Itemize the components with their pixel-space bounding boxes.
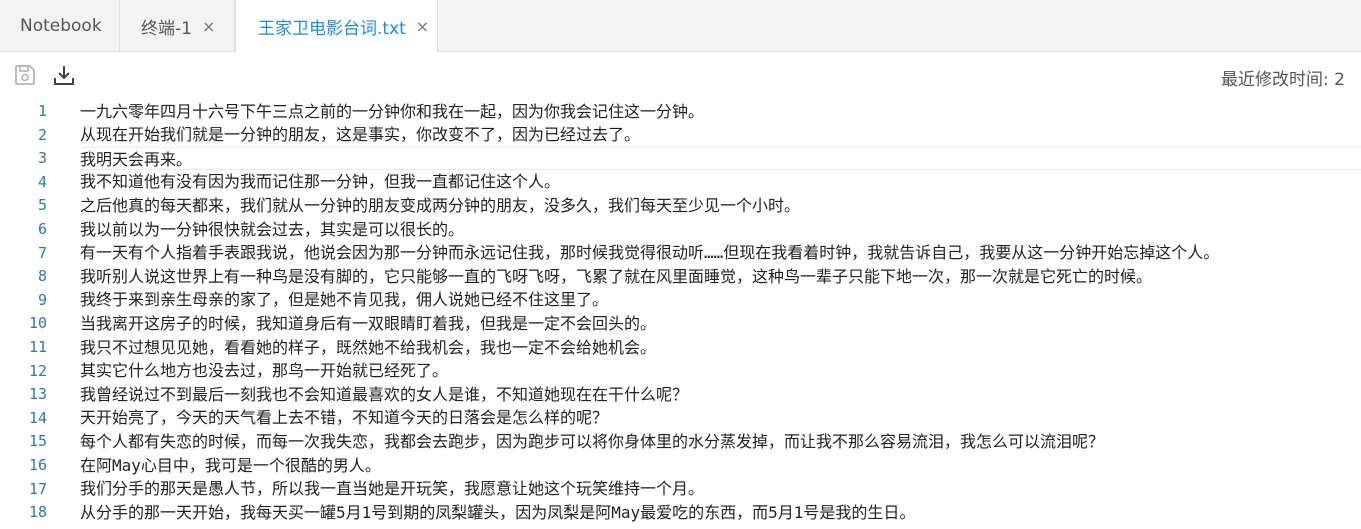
line-number: 6: [37, 220, 47, 238]
line-number: 1: [37, 102, 47, 120]
editor-line[interactable]: 17 我们分手的那天是愚人节，所以我一直当她是开玩笑，我愿意让她这个玩笑维持一个月…: [0, 477, 1361, 501]
tab-label: Notebook: [20, 16, 102, 36]
line-number: 5: [37, 196, 47, 215]
line-number: 11: [28, 338, 47, 356]
line-number: 15: [28, 432, 47, 451]
line-text[interactable]: 每个人都有失恋的时候，而每一次我失恋，我都会去跑步，因为跑步可以将你身体里的水分…: [80, 430, 1361, 453]
download-icon[interactable]: [51, 62, 77, 88]
editor-line[interactable]: 11 我只不过想见见她，看看她的样子，既然她不给我机会，我也一定不会给她机会。: [0, 335, 1361, 359]
close-icon[interactable]: ×: [202, 17, 215, 36]
line-number: 14: [28, 408, 47, 427]
editor-line[interactable]: 15 每个人都有失恋的时候，而每一次我失恋，我都会去跑步，因为跑步可以将你身体里的…: [0, 429, 1361, 453]
line-number: 7: [37, 243, 47, 262]
editor-line[interactable]: 5 之后他真的每天都来，我们就从一分钟的朋友变成两分钟的朋友，没多久，我们每天至少…: [0, 193, 1361, 217]
editor-line[interactable]: 6 我以前以为一分钟很快就会过去，其实是可以很长的。: [0, 217, 1361, 241]
line-number: 17: [28, 479, 47, 498]
editor-line[interactable]: 14 天开始亮了，今天的天气看上去不错，不知道今天的日落会是怎么样的呢？: [0, 406, 1361, 430]
line-text[interactable]: 有一天有个人指着手表跟我说，他说会因为那一分钟而永远记住我，那时候我觉得很动听……: [80, 241, 1361, 264]
line-number: 10: [28, 314, 47, 333]
line-text[interactable]: 天开始亮了，今天的天气看上去不错，不知道今天的日落会是怎么样的呢？: [80, 406, 1361, 429]
editor-line[interactable]: 16 在阿May心目中，我可是一个很酷的男人。: [0, 453, 1361, 477]
tab-label: 王家卫电影台词.txt: [258, 19, 406, 39]
line-number: 18: [28, 503, 47, 522]
line-text[interactable]: 从分手的那一天开始，我每天买一罐5月1号到期的凤梨罐头，因为凤梨是阿May最爱吃…: [80, 501, 1361, 524]
line-text[interactable]: 我们分手的那天是愚人节，所以我一直当她是开玩笑，我愿意让她这个玩笑维持一个月。: [80, 477, 1361, 500]
editor-line[interactable]: 2 从现在开始我们就是一分钟的朋友，这是事实，你改变不了，因为已经过去了。: [0, 123, 1361, 147]
tab-bar: Notebook 终端-1 × 王家卫电影台词.txt ×: [0, 0, 1361, 53]
line-number: 3: [37, 149, 47, 168]
editor-line[interactable]: 9 我终于来到亲生母亲的家了，但是她不肯见我，佣人说她已经不住这里了。: [0, 288, 1361, 312]
editor-line[interactable]: 7 有一天有个人指着手表跟我说，他说会因为那一分钟而永远记住我，那时候我觉得很动听…: [0, 241, 1361, 265]
line-text[interactable]: 其实它什么地方也没去过，那鸟一开始就已经死了。: [80, 359, 1361, 382]
toolbar: 最近修改时间: 2: [0, 53, 1361, 97]
line-text[interactable]: 我听别人说这世界上有一种鸟是没有脚的，它只能够一直的飞呀飞呀，飞累了就在风里面睡…: [80, 265, 1361, 288]
tab-label: 终端-1: [141, 18, 192, 39]
line-text[interactable]: 我以前以为一分钟很快就会过去，其实是可以很长的。: [80, 218, 1361, 241]
editor-line[interactable]: 12 其实它什么地方也没去过，那鸟一开始就已经死了。: [0, 359, 1361, 383]
editor-line[interactable]: 18 从分手的那一天开始，我每天买一罐5月1号到期的凤梨罐头，因为凤梨是阿May最…: [0, 500, 1361, 524]
editor-line[interactable]: 4 我不知道他有没有因为我而记住那一分钟，但我一直都记住这个人。: [0, 170, 1361, 194]
line-number: 13: [28, 385, 47, 404]
editor-line[interactable]: 8 我听别人说这世界上有一种鸟是没有脚的，它只能够一直的飞呀飞呀，飞累了就在风里面…: [0, 264, 1361, 288]
line-text[interactable]: 一九六零年四月十六号下午三点之前的一分钟你和我在一起，因为你我会记住这一分钟。: [80, 100, 1361, 123]
tab-terminal[interactable]: 终端-1 ×: [120, 0, 235, 52]
editor-line[interactable]: 1 一九六零年四月十六号下午三点之前的一分钟你和我在一起，因为你我会记住这一分钟。: [0, 99, 1361, 123]
line-text[interactable]: 我不知道他有没有因为我而记住那一分钟，但我一直都记住这个人。: [80, 170, 1361, 193]
editor-line[interactable]: 3 我明天会再来。: [0, 146, 1361, 170]
line-text[interactable]: 当我离开这房子的时候，我知道身后有一双眼睛盯着我，但我是一定不会回头的。: [80, 312, 1361, 335]
line-number: 8: [37, 267, 47, 286]
save-icon[interactable]: [12, 62, 38, 88]
tab-file[interactable]: 王家卫电影台词.txt ×: [235, 0, 438, 53]
editor-line[interactable]: 10 当我离开这房子的时候，我知道身后有一双眼睛盯着我，但我是一定不会回头的。: [0, 311, 1361, 335]
line-text[interactable]: 我终于来到亲生母亲的家了，但是她不肯见我，佣人说她已经不住这里了。: [80, 288, 1361, 311]
line-text[interactable]: 从现在开始我们就是一分钟的朋友，这是事实，你改变不了，因为已经过去了。: [80, 123, 1361, 146]
line-number: 4: [37, 172, 47, 191]
tab-notebook[interactable]: Notebook: [0, 0, 120, 52]
editor-line[interactable]: 13 我曾经说过不到最后一刻我也不会知道最喜欢的女人是谁，不知道她现在在干什么呢？: [0, 382, 1361, 406]
line-text[interactable]: 之后他真的每天都来，我们就从一分钟的朋友变成两分钟的朋友，没多久，我们每天至少见…: [80, 194, 1361, 217]
line-text[interactable]: 我曾经说过不到最后一刻我也不会知道最喜欢的女人是谁，不知道她现在在干什么呢？: [80, 383, 1361, 406]
line-text[interactable]: 我明天会再来。: [80, 146, 1361, 170]
line-number: 16: [28, 456, 47, 474]
line-text[interactable]: 在阿May心目中，我可是一个很酷的男人。: [80, 454, 1361, 477]
line-number: 12: [28, 361, 47, 380]
line-text[interactable]: 我只不过想见见她，看看她的样子，既然她不给我机会，我也一定不会给她机会。: [80, 336, 1361, 359]
line-number: 9: [37, 290, 47, 309]
close-icon[interactable]: ×: [416, 17, 429, 36]
last-modified-label: 最近修改时间: 2: [1221, 70, 1345, 90]
line-number: 2: [37, 125, 47, 144]
text-editor[interactable]: 1 一九六零年四月十六号下午三点之前的一分钟你和我在一起，因为你我会记住这一分钟。…: [0, 99, 1361, 529]
